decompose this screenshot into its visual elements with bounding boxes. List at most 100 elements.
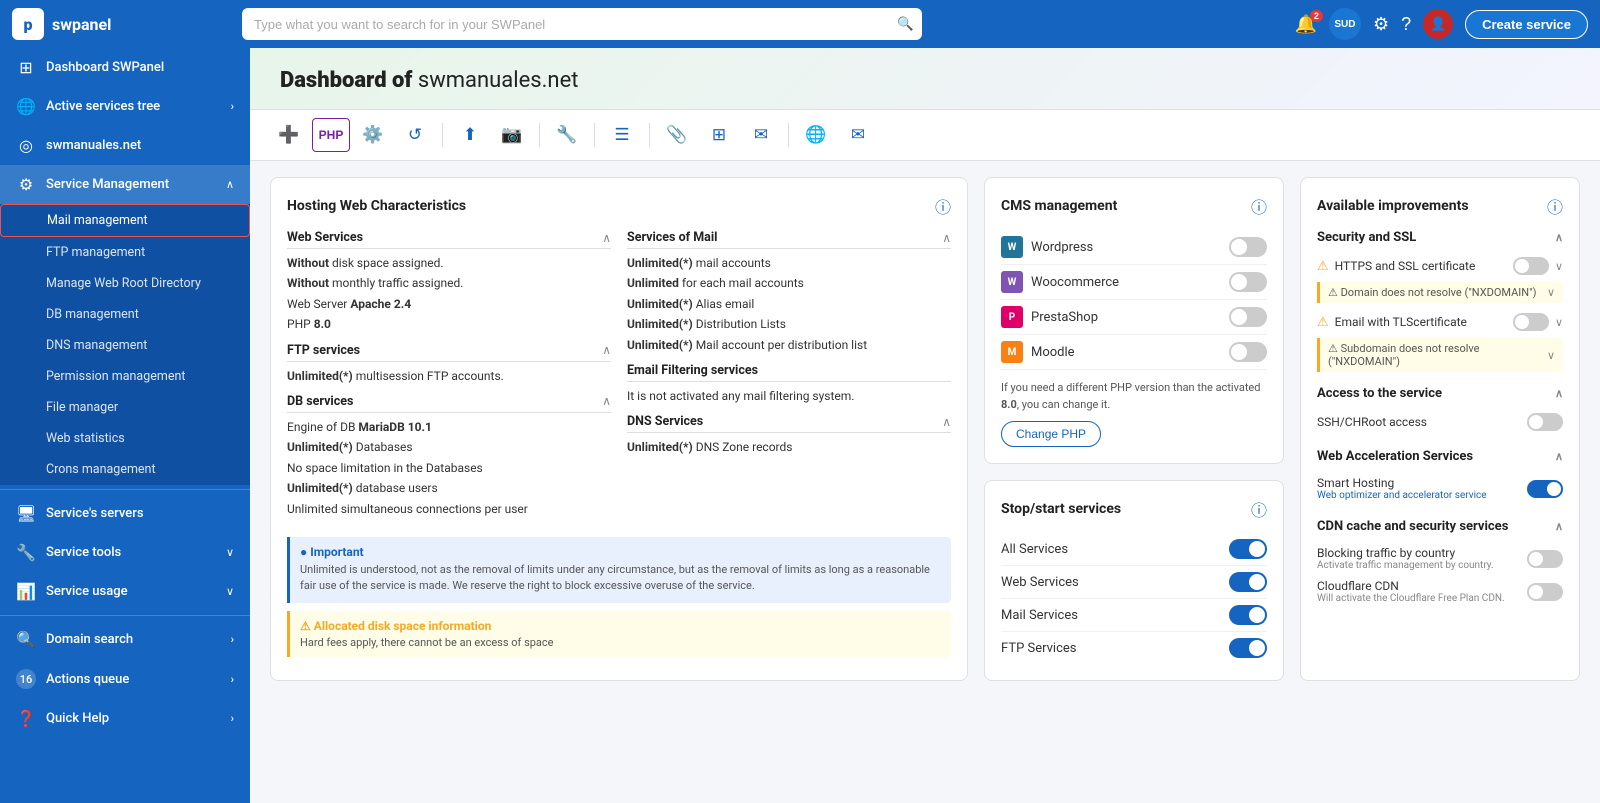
sidebar-sub-mail-management[interactable]: Mail management	[0, 204, 250, 237]
toolbar-settings-button[interactable]: ⚙️	[354, 118, 392, 152]
important-title: ● Important	[300, 545, 941, 559]
nxdomain1-dropdown[interactable]: ∨	[1547, 286, 1555, 299]
layout: ⊞ Dashboard SWPanel 🌐 Active services tr…	[0, 48, 1600, 803]
web-services-collapse[interactable]: ∧	[602, 231, 611, 245]
cdn-collapse[interactable]: ∧	[1555, 520, 1563, 533]
sidebar-item-swmanuales[interactable]: ◎ swmanuales.net	[0, 126, 250, 165]
blocking-traffic-text: Blocking traffic by country Activate tra…	[1317, 546, 1494, 571]
sidebar-item-dashboard[interactable]: ⊞ Dashboard SWPanel	[0, 48, 250, 87]
nxdomain-warning-2: ⚠ Subdomain does not resolve ("NXDOMAIN"…	[1317, 338, 1563, 372]
support-button[interactable]: SUD	[1329, 8, 1361, 40]
moodle-toggle[interactable]	[1229, 342, 1267, 362]
stop-start-row-all: All Services	[1001, 533, 1267, 566]
sidebar-item-actions-queue[interactable]: 16 Actions queue ›	[0, 659, 250, 699]
cms-row-wordpress: W Wordpress	[1001, 230, 1267, 265]
web-accel-collapse[interactable]: ∧	[1555, 450, 1563, 463]
toolbar-upload-button[interactable]: ⬆	[451, 118, 489, 152]
mail-services-row-2: Unlimited(*) Alias email	[627, 294, 951, 314]
toolbar-snapshot-button[interactable]: 📷	[493, 118, 531, 152]
sidebar-item-services-servers[interactable]: 🖥 Service's servers	[0, 494, 250, 533]
cms-info-button[interactable]: ⓘ	[1251, 194, 1267, 218]
https-dropdown[interactable]: ∨	[1555, 260, 1563, 273]
ssh-toggle[interactable]	[1527, 413, 1563, 431]
hosting-info-button[interactable]: ⓘ	[935, 194, 951, 218]
toolbar: ➕ PHP ⚙️ ↺ ⬆ 📷 🔧 ☰ 📎 ⊞ ✉ 🌐 ✉	[250, 110, 1600, 161]
sidebar-item-service-management[interactable]: ⚙ Service Management ∧	[0, 165, 250, 204]
access-collapse[interactable]: ∧	[1555, 387, 1563, 400]
email-tls-label: ⚠ Email with TLScertificate	[1317, 315, 1467, 330]
actions-chevron: ›	[231, 673, 234, 686]
email-filtering-row-0: It is not activated any mail filtering s…	[627, 386, 951, 406]
mail-services-stop-toggle[interactable]	[1229, 605, 1267, 625]
sidebar-sub-file-manager[interactable]: File manager	[0, 392, 250, 423]
stop-start-info-button[interactable]: ⓘ	[1251, 497, 1267, 521]
web-services-row-3: PHP 8.0	[287, 314, 611, 334]
topbar-actions: 🔔 2 SUD ⚙ ? 👤 Create service	[1295, 8, 1588, 40]
ftp-services-collapse[interactable]: ∧	[602, 343, 611, 357]
cloudflare-cdn-row: Cloudflare CDN Will activate the Cloudfl…	[1317, 575, 1563, 608]
search-input[interactable]	[242, 8, 922, 40]
sidebar-sub-dns-management[interactable]: DNS management	[0, 330, 250, 361]
help-button[interactable]: ?	[1401, 14, 1411, 35]
all-services-toggle[interactable]	[1229, 539, 1267, 559]
sidebar-item-service-usage[interactable]: 📊 Service usage ∨	[0, 572, 250, 611]
ftp-services-stop-toggle[interactable]	[1229, 638, 1267, 658]
db-services-title: DB services	[287, 394, 353, 409]
toolbar-add-button[interactable]: ➕	[270, 118, 308, 152]
email-tls-dropdown[interactable]: ∨	[1555, 316, 1563, 329]
toolbar-php-button[interactable]: PHP	[312, 118, 350, 152]
all-services-label: All Services	[1001, 542, 1068, 557]
avatar[interactable]: 👤	[1423, 9, 1453, 39]
sidebar-sub-ftp-management[interactable]: FTP management	[0, 237, 250, 268]
sidebar-item-domain-search[interactable]: 🔍 Domain search ›	[0, 620, 250, 659]
mail-services-collapse[interactable]: ∧	[942, 231, 951, 245]
woocommerce-toggle[interactable]	[1229, 272, 1267, 292]
settings-button[interactable]: ⚙	[1373, 14, 1389, 35]
toolbar-globe-button[interactable]: 🌐	[797, 118, 835, 152]
nxdomain-warning-1: ⚠ Domain does not resolve ("NXDOMAIN") ∨	[1317, 282, 1563, 303]
search-icon-button[interactable]: 🔍	[897, 16, 914, 32]
toolbar-message-button[interactable]: ✉	[742, 118, 780, 152]
improvements-card-header: Available improvements ⓘ	[1317, 194, 1563, 218]
toolbar-pin-button[interactable]: 📎	[658, 118, 696, 152]
sidebar-sub-crons-management[interactable]: Crons management	[0, 454, 250, 485]
sidebar-item-quick-help[interactable]: ❓ Quick Help ›	[0, 699, 250, 738]
sidebar-sub-manage-web-root[interactable]: Manage Web Root Directory	[0, 268, 250, 299]
db-services-collapse[interactable]: ∧	[602, 394, 611, 408]
web-services-stop-label: Web Services	[1001, 575, 1079, 590]
ftp-services-title: FTP services	[287, 343, 360, 358]
toolbar-list-button[interactable]: ☰	[603, 118, 641, 152]
toolbar-grid-button[interactable]: ⊞	[700, 118, 738, 152]
sidebar-item-service-tools[interactable]: 🔧 Service tools ∨	[0, 533, 250, 572]
improvements-info-button[interactable]: ⓘ	[1547, 194, 1563, 218]
cloudflare-toggle[interactable]	[1527, 583, 1563, 601]
access-section: Access to the service ∧ SSH/CHRoot acces…	[1317, 386, 1563, 435]
sidebar-sub-db-management[interactable]: DB management	[0, 299, 250, 330]
topbar: p swpanel 🔍 🔔 2 SUD ⚙ ? 👤 Create service	[0, 0, 1600, 48]
smart-hosting-toggle[interactable]	[1527, 480, 1563, 498]
change-php-button[interactable]: Change PHP	[1001, 421, 1101, 447]
sidebar-sub-permission-management[interactable]: Permission management	[0, 361, 250, 392]
email-tls-toggle[interactable]	[1513, 313, 1549, 331]
page-title: Dashboard of swmanuales.net	[280, 68, 1570, 93]
sidebar-item-active-services-tree[interactable]: 🌐 Active services tree ›	[0, 87, 250, 126]
security-collapse[interactable]: ∧	[1555, 231, 1563, 244]
https-ssl-toggle[interactable]	[1513, 257, 1549, 275]
tree-chevron: ›	[231, 100, 234, 113]
create-service-button[interactable]: Create service	[1465, 10, 1588, 39]
blocking-traffic-toggle[interactable]	[1527, 550, 1563, 568]
toolbar-refresh-button[interactable]: ↺	[396, 118, 434, 152]
toolbar-sep-1	[442, 123, 443, 147]
nxdomain2-dropdown[interactable]: ∨	[1547, 349, 1555, 362]
notifications-button[interactable]: 🔔 2	[1295, 14, 1317, 35]
dns-services-collapse[interactable]: ∧	[942, 415, 951, 429]
warning-box: ⚠ Allocated disk space information Hard …	[287, 611, 951, 657]
prestashop-logo: P	[1001, 306, 1023, 328]
web-services-stop-toggle[interactable]	[1229, 572, 1267, 592]
web-services-row-2: Web Server Apache 2.4	[287, 294, 611, 314]
toolbar-email-button[interactable]: ✉	[839, 118, 877, 152]
sidebar-sub-web-statistics[interactable]: Web statistics	[0, 423, 250, 454]
toolbar-tools-button[interactable]: 🔧	[548, 118, 586, 152]
wordpress-toggle[interactable]	[1229, 237, 1267, 257]
prestashop-toggle[interactable]	[1229, 307, 1267, 327]
